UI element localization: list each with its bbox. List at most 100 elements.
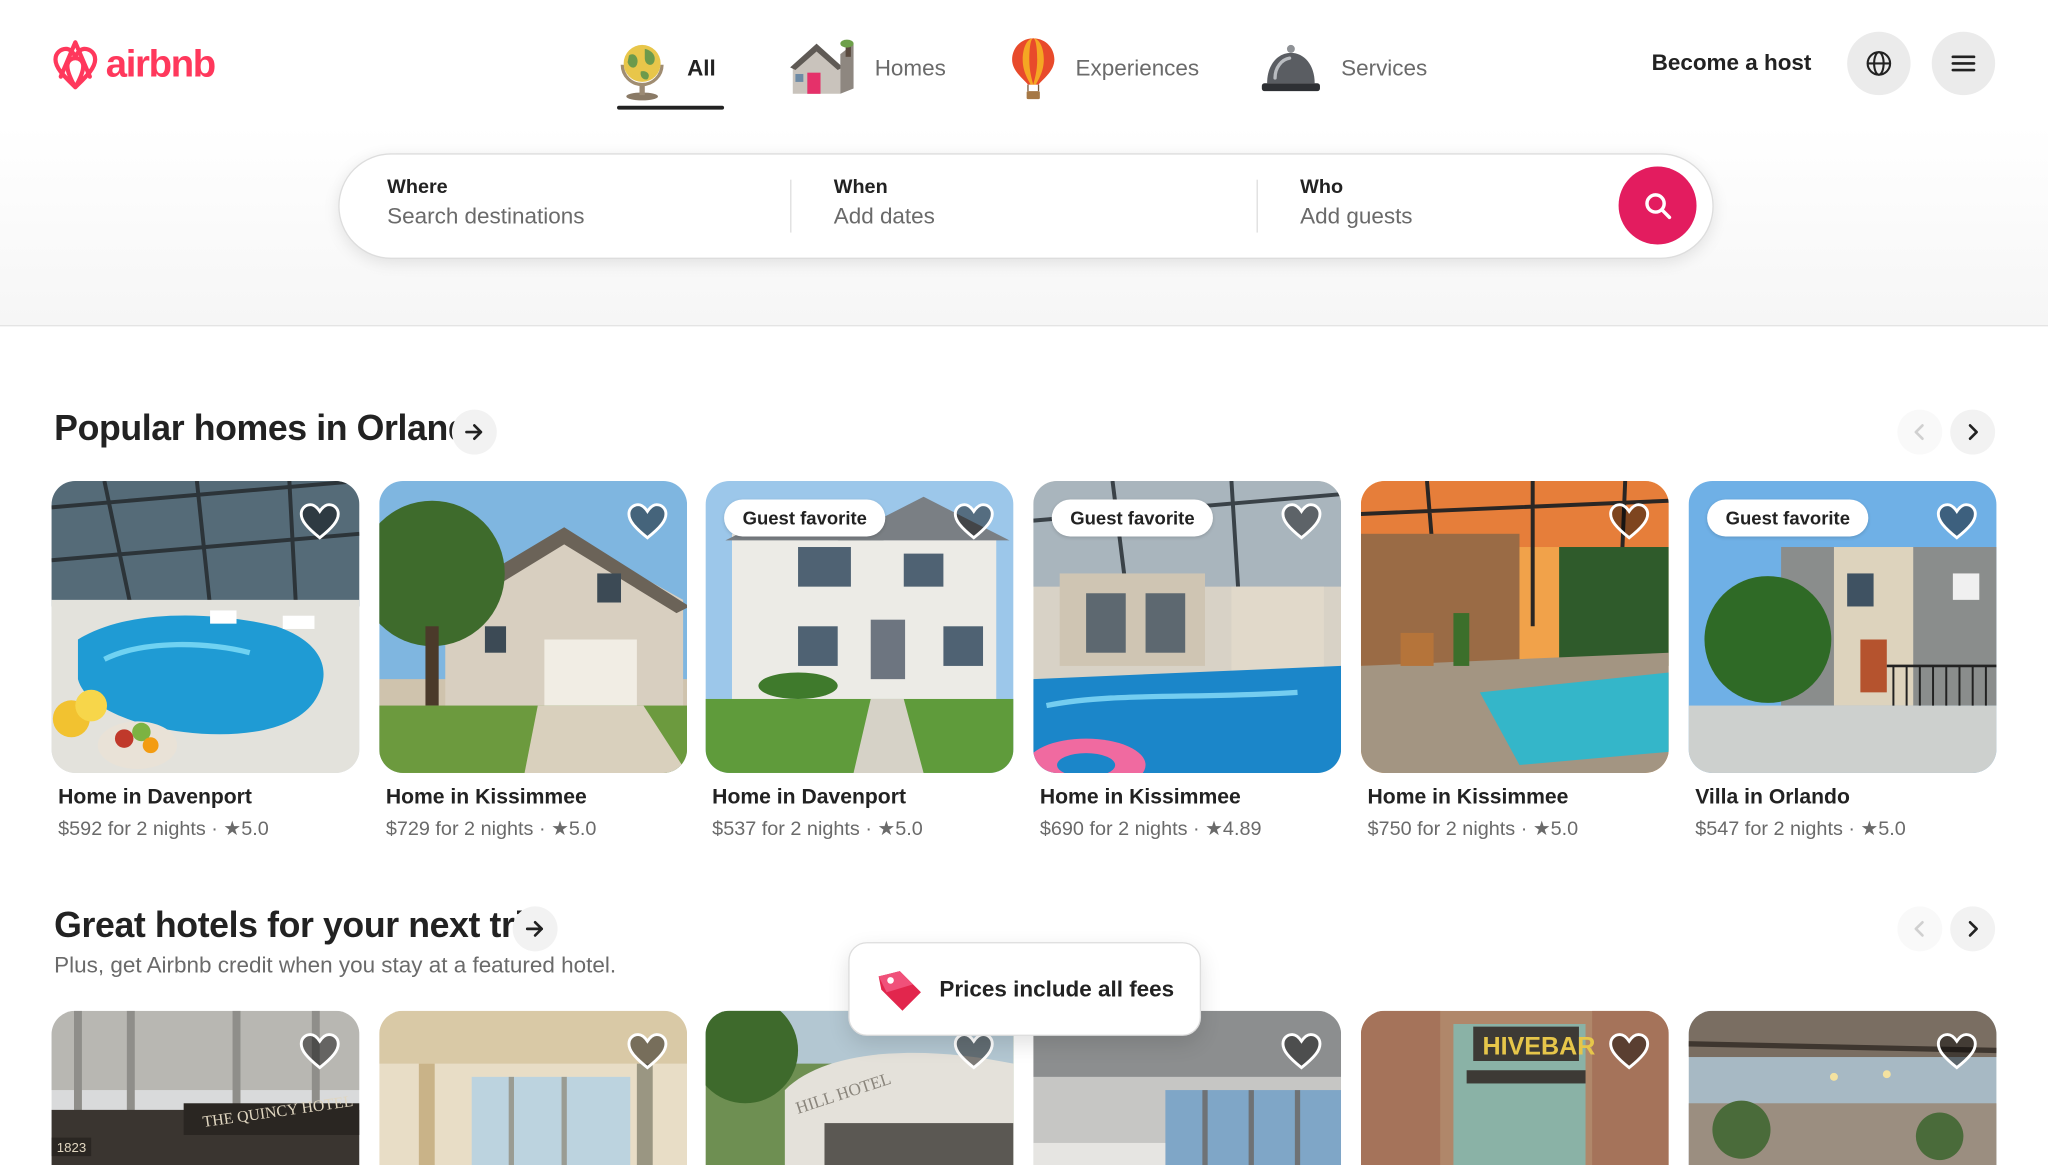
- heart-icon[interactable]: [626, 502, 668, 542]
- logo-wordmark: airbnb: [105, 42, 216, 86]
- heart-icon[interactable]: [1608, 502, 1650, 542]
- separator: ·: [1520, 817, 1528, 841]
- guest-favorite-badge: Guest favorite: [724, 499, 886, 537]
- separator: ·: [211, 817, 218, 841]
- heart-icon[interactable]: [1608, 1032, 1650, 1072]
- listing-title: Home in Kissimmee: [1039, 786, 1241, 809]
- tab-experiences-label: Experiences: [1075, 55, 1200, 81]
- tab-services-label: Services: [1341, 55, 1428, 81]
- listing-photo[interactable]: Guest favorite: [1033, 480, 1342, 773]
- star-icon: ★: [877, 817, 896, 841]
- listing-price: $537 for 2 nights: [712, 817, 860, 841]
- hotels-prev-button[interactable]: [1897, 906, 1943, 952]
- search-button[interactable]: [1618, 166, 1697, 245]
- heart-icon[interactable]: [299, 1032, 341, 1072]
- hotel-address-number: 1823: [57, 1140, 86, 1155]
- search-bar: Where Search destinations When Add dates…: [338, 153, 1714, 259]
- guest-favorite-badge: Guest favorite: [1707, 499, 1869, 537]
- active-tab-underline: [617, 105, 725, 110]
- listing-title: Home in Davenport: [58, 786, 252, 809]
- hotel-card[interactable]: [379, 1010, 688, 1165]
- tab-homes[interactable]: Homes: [787, 29, 946, 108]
- listing-price: $750 for 2 nights: [1367, 817, 1516, 841]
- listing-title: Home in Kissimmee: [385, 786, 587, 809]
- listing-rating: 5.0: [568, 817, 597, 841]
- listing-photo[interactable]: [1360, 480, 1669, 773]
- popular-next-button[interactable]: [1950, 409, 1996, 455]
- hotels-section-title: Great hotels for your next trip: [54, 905, 546, 945]
- listing-photo[interactable]: [51, 480, 360, 773]
- tab-all-label: All: [687, 55, 716, 81]
- listing-meta: $750 for 2 nights · ★5.0: [1367, 817, 1579, 841]
- hotel-card[interactable]: THE QUINCY HOTEL 1823: [51, 1010, 360, 1165]
- listing-meta: $690 for 2 nights · ★4.89: [1040, 817, 1262, 841]
- where-input[interactable]: Search destinations: [387, 203, 584, 229]
- language-button[interactable]: [1847, 31, 1911, 96]
- popular-prev-button[interactable]: [1897, 409, 1943, 455]
- listing-rating: 5.0: [1878, 817, 1906, 841]
- heart-icon[interactable]: [1280, 1032, 1322, 1072]
- tab-homes-label: Homes: [874, 55, 946, 81]
- chevron-right-icon: [1968, 920, 1978, 937]
- chevron-left-icon: [1914, 920, 1924, 937]
- who-input[interactable]: Add guests: [1300, 203, 1412, 229]
- listing-meta: $729 for 2 nights · ★5.0: [386, 817, 597, 841]
- when-input[interactable]: Add dates: [834, 203, 935, 229]
- heart-icon[interactable]: [1936, 502, 1978, 542]
- popular-section-title: Popular homes in Orlando: [54, 408, 491, 448]
- star-icon: ★: [1860, 817, 1879, 841]
- hotels-section-subtitle: Plus, get Airbnb credit when you stay at…: [54, 952, 617, 978]
- who-field[interactable]: Who Add guests: [1300, 176, 1412, 230]
- chevron-right-icon: [1968, 424, 1978, 440]
- where-field[interactable]: Where Search destinations: [387, 176, 584, 230]
- main-menu-button[interactable]: [1931, 31, 1996, 96]
- tab-experiences[interactable]: Experiences: [1009, 29, 1199, 108]
- listing-rating: 5.0: [895, 817, 923, 841]
- globe-outline-icon: [1866, 51, 1892, 76]
- listing-rating: 4.89: [1222, 817, 1262, 841]
- hamburger-menu-icon: [1951, 55, 1976, 72]
- header: airbnb All Homes Experiences Services Be…: [0, 0, 2048, 327]
- arrow-right-icon: [525, 920, 544, 937]
- listing-price: $547 for 2 nights: [1695, 817, 1843, 841]
- listing-photo[interactable]: [379, 480, 688, 773]
- star-icon: ★: [551, 817, 569, 841]
- listing-rating: 5.0: [241, 817, 269, 841]
- hotel-card[interactable]: [1688, 1010, 1997, 1165]
- globe-icon: [620, 44, 664, 101]
- become-a-host-link[interactable]: Become a host: [1633, 37, 1830, 90]
- who-label: Who: [1300, 175, 1344, 199]
- airbnb-logo[interactable]: airbnb: [50, 37, 216, 92]
- house-icon: [790, 39, 854, 94]
- search-icon: [1644, 192, 1671, 219]
- popular-see-all-button[interactable]: [451, 409, 497, 455]
- star-icon: ★: [1532, 817, 1551, 841]
- separator: ·: [1193, 817, 1200, 841]
- heart-icon[interactable]: [626, 1032, 668, 1072]
- listing-photo[interactable]: Guest favorite: [1688, 480, 1997, 773]
- heart-icon[interactable]: [953, 502, 995, 542]
- hotel-card[interactable]: HIVEBAR: [1360, 1010, 1669, 1165]
- prices-info-toast[interactable]: Prices include all fees: [848, 942, 1202, 1036]
- listing-photo[interactable]: Guest favorite: [705, 480, 1014, 773]
- bar-sign-text: HIVEBAR: [1482, 1032, 1595, 1060]
- heart-icon[interactable]: [953, 1032, 995, 1072]
- prices-info-text: Prices include all fees: [939, 975, 1175, 1001]
- when-field[interactable]: When Add dates: [834, 176, 935, 230]
- heart-icon[interactable]: [1280, 502, 1322, 542]
- listing-rating: 5.0: [1550, 817, 1579, 841]
- service-bell-icon: [1261, 44, 1320, 92]
- star-icon: ★: [1205, 817, 1223, 841]
- listing-meta: $537 for 2 nights · ★5.0: [712, 817, 923, 841]
- heart-icon[interactable]: [299, 502, 341, 542]
- tab-services[interactable]: Services: [1259, 29, 1427, 108]
- guest-favorite-badge: Guest favorite: [1051, 499, 1214, 537]
- chevron-left-icon: [1914, 424, 1924, 440]
- listing-title: Home in Davenport: [712, 786, 906, 809]
- tab-all[interactable]: All: [616, 29, 716, 108]
- hotels-next-button[interactable]: [1950, 906, 1996, 952]
- price-tag-icon: [878, 970, 921, 1011]
- hotels-see-all-button[interactable]: [512, 906, 558, 952]
- heart-icon[interactable]: [1936, 1032, 1978, 1072]
- listing-title: Villa in Orlando: [1695, 786, 1850, 809]
